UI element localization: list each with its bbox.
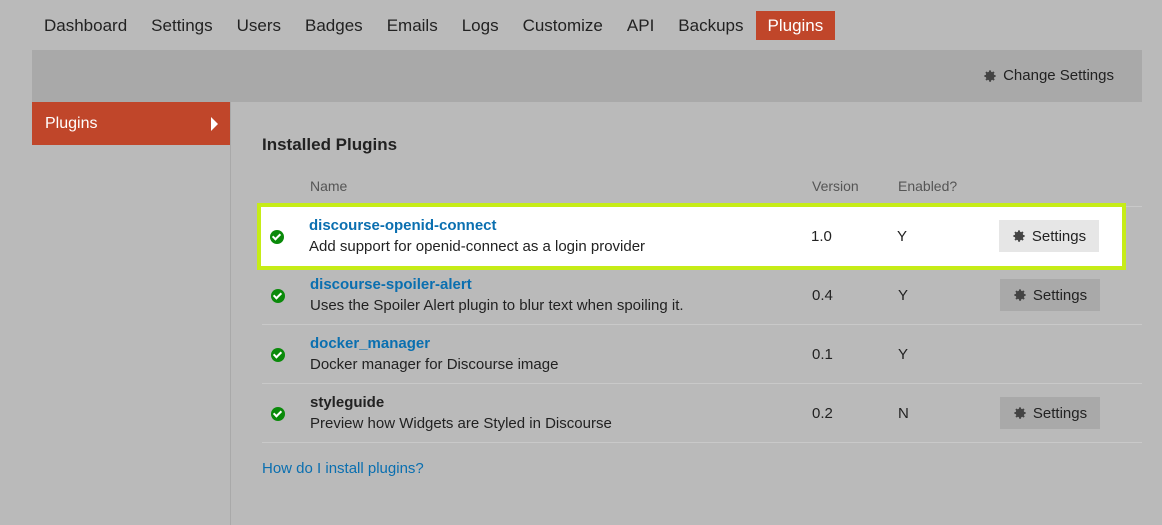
settings-label: Settings (1032, 286, 1088, 304)
table-row: docker_manager Docker manager for Discou… (262, 325, 1142, 384)
plugin-version: 1.0 (811, 228, 832, 245)
nav-backups[interactable]: Backups (666, 11, 755, 40)
gear-icon (1013, 230, 1025, 242)
settings-label: Settings (1032, 404, 1088, 422)
plugin-settings-button[interactable]: Settings (1000, 279, 1100, 311)
gear-icon (1014, 407, 1026, 419)
plugin-description: Uses the Spoiler Alert plugin to blur te… (310, 297, 684, 314)
nav-api[interactable]: API (615, 11, 666, 40)
check-circle-icon (271, 348, 285, 362)
plugin-version: 0.1 (812, 346, 833, 363)
column-version: Version (812, 178, 859, 194)
plugin-name-link[interactable]: docker_manager (310, 335, 430, 352)
plugin-name: styleguide (310, 394, 385, 411)
column-enabled: Enabled? (898, 178, 958, 194)
plugin-enabled: Y (898, 287, 909, 304)
change-settings-label: Change Settings (1003, 67, 1114, 84)
check-circle-icon (271, 407, 285, 421)
nav-emails[interactable]: Emails (375, 11, 450, 40)
sidebar: Plugins (32, 102, 231, 525)
install-help-link[interactable]: How do I install plugins? (262, 460, 424, 477)
page-title: Installed Plugins (262, 135, 398, 154)
nav-plugins[interactable]: Plugins (755, 11, 836, 40)
sidebar-item-plugins[interactable]: Plugins (32, 102, 230, 145)
plugin-settings-button[interactable]: Settings (1000, 397, 1100, 429)
plugin-description: Preview how Widgets are Styled in Discou… (310, 415, 612, 432)
table-header: Name Version Enabled? (262, 171, 1142, 207)
table-row: styleguide Preview how Widgets are Style… (262, 384, 1142, 443)
nav-customize[interactable]: Customize (511, 11, 615, 40)
plugin-description: Docker manager for Discourse image (310, 356, 559, 373)
change-settings-button[interactable]: Change Settings (983, 67, 1114, 84)
gear-icon (984, 69, 996, 82)
plugin-enabled: Y (898, 346, 909, 363)
settings-label: Settings (1031, 227, 1087, 245)
plugin-version: 0.2 (812, 405, 833, 422)
plugin-name-link[interactable]: discourse-spoiler-alert (310, 276, 472, 293)
table-row: discourse-spoiler-alert Uses the Spoiler… (262, 266, 1142, 325)
nav-users[interactable]: Users (225, 11, 293, 40)
check-circle-icon (271, 289, 285, 303)
nav-badges[interactable]: Badges (293, 11, 375, 40)
toolbar: Change Settings (32, 50, 1142, 102)
plugin-name-link[interactable]: discourse-openid-connect (309, 217, 497, 234)
caret-right-icon (211, 116, 218, 131)
gear-icon (1014, 289, 1026, 301)
plugin-enabled: N (898, 405, 909, 422)
plugin-description: Add support for openid-connect as a logi… (309, 238, 646, 255)
column-name: Name (310, 178, 348, 194)
check-circle-icon (270, 230, 284, 244)
plugin-version: 0.4 (812, 287, 833, 304)
table-row: discourse-openid-connect Add support for… (257, 203, 1126, 270)
admin-nav: Dashboard Settings Users Badges Emails L… (32, 11, 836, 40)
nav-settings[interactable]: Settings (139, 11, 224, 40)
sidebar-item-label: Plugins (45, 114, 98, 132)
nav-logs[interactable]: Logs (450, 11, 511, 40)
plugin-settings-button[interactable]: Settings (999, 220, 1099, 252)
nav-dashboard[interactable]: Dashboard (32, 11, 139, 40)
plugin-enabled: Y (897, 228, 908, 245)
